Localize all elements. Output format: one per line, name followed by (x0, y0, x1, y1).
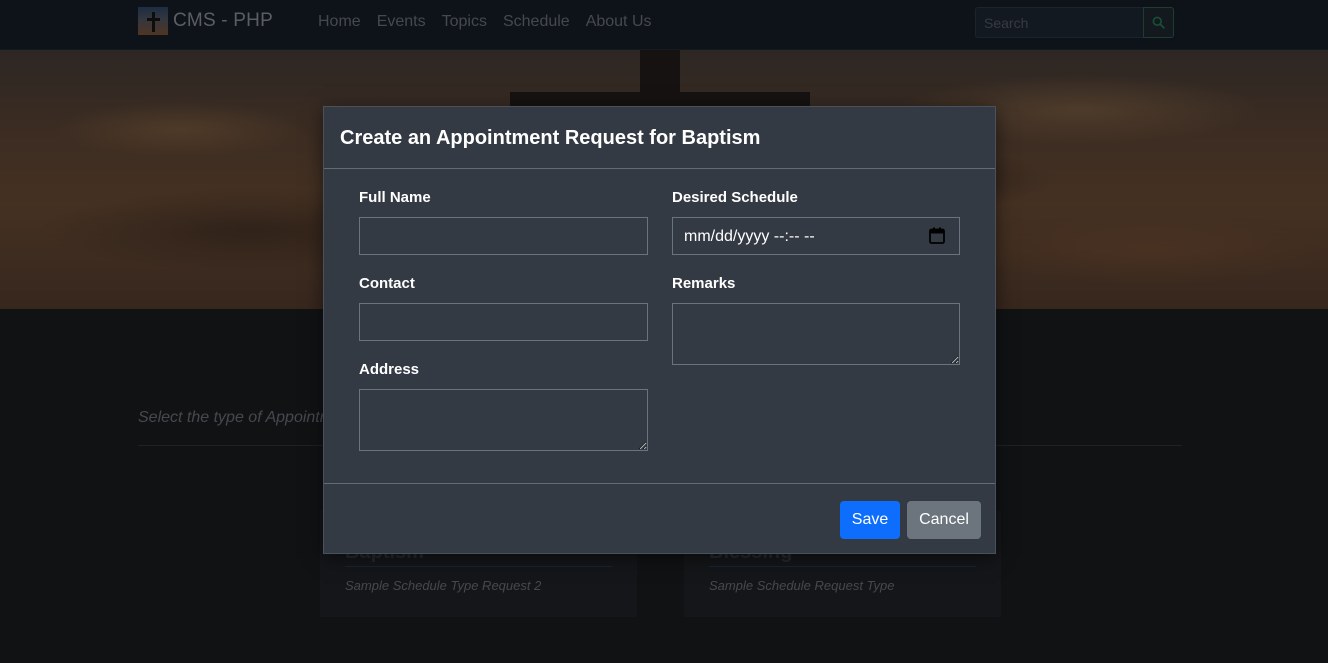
remarks-label: Remarks (672, 275, 736, 292)
desired-schedule-input[interactable]: mm/dd/yyyy --:-- -- (672, 217, 960, 255)
calendar-icon[interactable] (929, 227, 945, 244)
desired-schedule-label: Desired Schedule (672, 189, 798, 206)
remarks-textarea[interactable] (672, 303, 960, 365)
address-label: Address (359, 361, 420, 378)
contact-label: Contact (359, 275, 415, 292)
contact-input[interactable] (359, 303, 648, 341)
full-name-label: Full Name (359, 189, 431, 206)
desired-schedule-value: mm/dd/yyyy --:-- -- (684, 228, 815, 245)
appointment-modal: Create an Appointment Request for Baptis… (323, 106, 996, 554)
address-textarea[interactable] (359, 389, 648, 451)
modal-footer: Save Cancel (324, 483, 995, 553)
modal-header: Create an Appointment Request for Baptis… (324, 107, 995, 169)
cancel-button[interactable]: Cancel (907, 501, 981, 539)
full-name-input[interactable] (359, 217, 648, 255)
modal-title: Create an Appointment Request for Baptis… (340, 127, 761, 149)
save-button[interactable]: Save (840, 501, 900, 539)
